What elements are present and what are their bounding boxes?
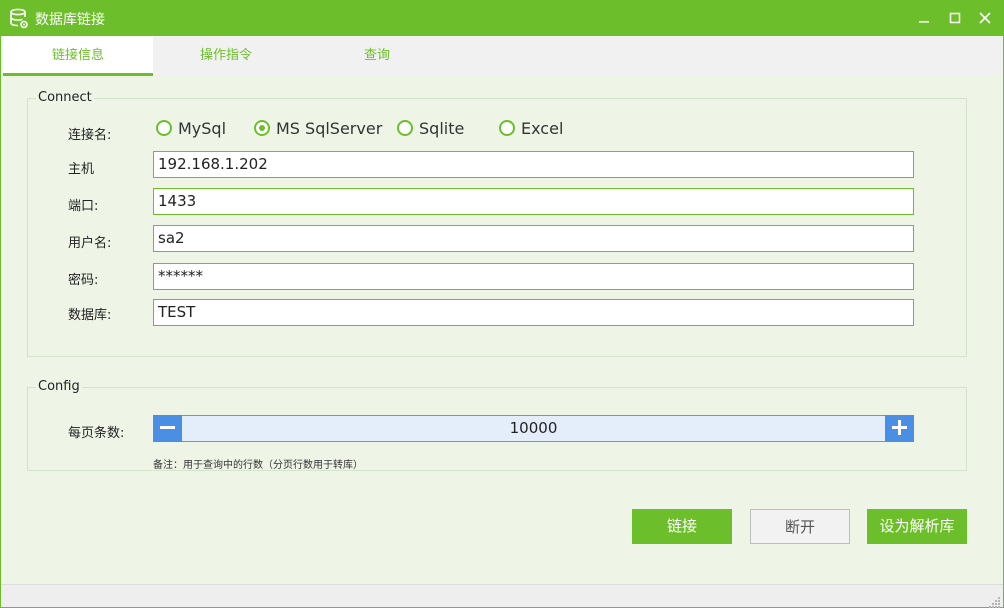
password-input[interactable]: ****** [153,263,914,290]
minimize-icon[interactable] [915,9,933,27]
database-gear-icon [9,8,29,30]
port-label: 端口: [68,199,99,214]
tab-bar: 链接信息 操作指令 查询 [1,36,1003,76]
database-input[interactable]: TEST [153,299,914,326]
connect-button[interactable]: 链接 [632,509,732,544]
radio-mssqlserver-label: MS SqlServer [276,118,383,138]
connection-type-label: 连接名: [68,128,112,143]
radio-sqlite-indicator [397,120,413,136]
username-label: 用户名: [68,236,112,251]
set-parse-db-button[interactable]: 设为解析库 [867,509,967,544]
password-label: 密码: [68,273,99,288]
window-title: 数据库链接 [35,12,105,28]
minus-icon [160,426,175,429]
tab-operation-commands[interactable]: 操作指令 [151,36,301,76]
tab-connection-info[interactable]: 链接信息 [3,36,153,76]
resize-grip-icon[interactable] [989,593,1001,608]
title-bar[interactable]: 数据库链接 [1,1,1003,36]
radio-excel-label: Excel [521,118,564,138]
disconnect-button[interactable]: 断开 [750,509,850,544]
page-size-label: 每页条数: [68,426,125,441]
radio-sqlite[interactable]: Sqlite [397,118,464,138]
tab-query[interactable]: 查询 [302,36,452,76]
maximize-icon[interactable] [946,9,964,27]
radio-mssqlserver-indicator [254,120,270,136]
app-window: 数据库链接 链接信息 操作指令 查询 Connect 连接名: MySql MS… [0,0,1004,608]
status-bar [1,584,1003,608]
radio-mysql-indicator [156,120,172,136]
radio-mysql[interactable]: MySql [156,118,226,138]
connect-group-title: Connect [36,90,94,105]
increment-button[interactable] [885,415,914,442]
username-input[interactable]: sa2 [153,225,914,252]
decrement-button[interactable] [153,415,182,442]
radio-sqlite-label: Sqlite [419,118,465,138]
port-input[interactable]: 1433 [153,188,914,215]
page-size-stepper[interactable]: 10000 [153,415,914,442]
database-label: 数据库: [68,308,112,323]
close-icon[interactable] [976,9,994,27]
page-size-value[interactable]: 10000 [183,416,884,441]
host-label: 主机 [68,162,95,177]
host-input[interactable]: 192.168.1.202 [153,151,914,178]
config-group-title: Config [36,379,82,394]
radio-excel[interactable]: Excel [499,118,563,138]
radio-mysql-label: MySql [178,118,227,138]
page-size-note: 备注：用于查询中的行数（分页行数用于转库） [153,460,363,471]
connection-panel: Connect 连接名: MySql MS SqlServer Sqlite E… [1,76,1003,584]
radio-excel-indicator [499,120,515,136]
radio-mssqlserver[interactable]: MS SqlServer [254,118,382,138]
